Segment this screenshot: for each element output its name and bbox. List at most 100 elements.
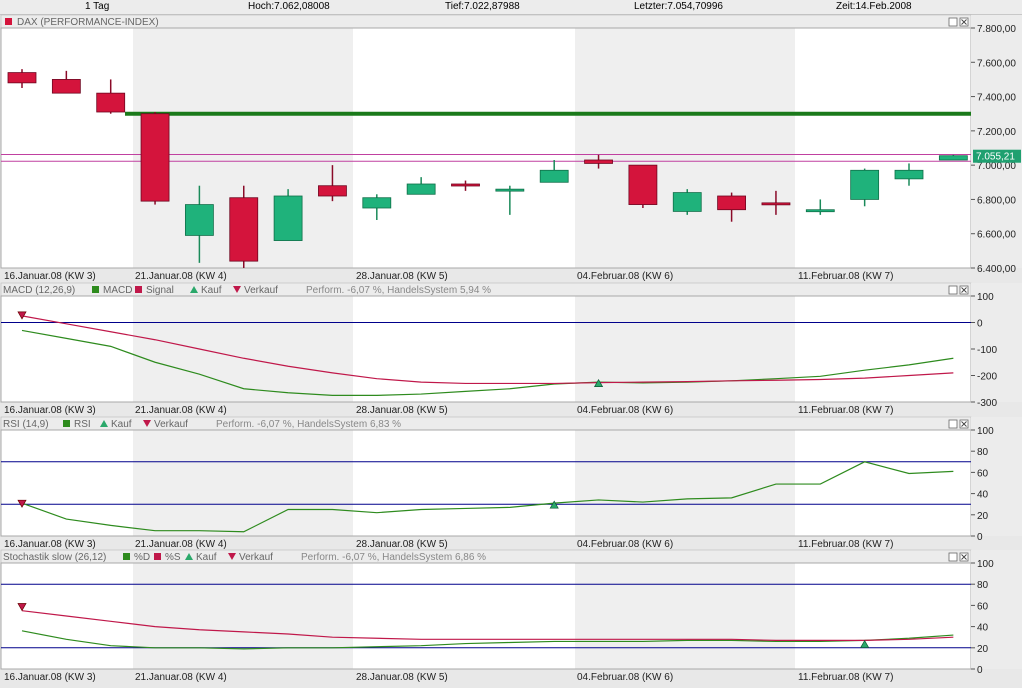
stoch-date-label: 16.Januar.08 (KW 3) [4, 672, 96, 683]
stoch-ytick-label: 60 [977, 601, 989, 612]
candle-body [539, 169, 569, 183]
chart-area: DAX (PERFORMANCE-INDEX) 6.400,00 6.600,00 6… [0, 14, 1022, 683]
macd-date-label: 21.Januar.08 (KW 4) [135, 405, 227, 416]
stoch-date-label: 11.Februar.08 (KW 7) [798, 672, 893, 683]
candle-body [318, 185, 347, 197]
price-title: DAX (PERFORMANCE-INDEX) [17, 17, 159, 28]
candle-body [672, 192, 702, 212]
macd-maximize-icon [948, 285, 958, 295]
macd-date-label: 04.Februar.08 (KW 6) [577, 405, 673, 416]
candle-body [406, 183, 436, 195]
macd-week-shade-0 [133, 296, 353, 402]
macd-date-label: 28.Januar.08 (KW 5) [356, 405, 448, 416]
candle-body [894, 169, 924, 180]
stoch-date-label: 21.Januar.08 (KW 4) [135, 672, 227, 683]
candle-body [273, 195, 303, 241]
candle-body [96, 92, 126, 113]
rsi-performance: Perform. -6,07 %, HandelsSystem 6,83 % [216, 419, 401, 430]
stoch-title: Stochastik slow (26,12) [3, 552, 106, 563]
macd-ytick-label: -100 [977, 345, 997, 356]
macd-date-label: 11.Februar.08 (KW 7) [798, 405, 893, 416]
price-ytick-label: 7.200,00 [977, 127, 1016, 138]
price-ytick-label: 6.600,00 [977, 230, 1016, 241]
price-date-label: 04.Februar.08 (KW 6) [577, 271, 673, 282]
macd-legend-marker-0 [92, 286, 99, 293]
price-ytick-label: 6.800,00 [977, 195, 1016, 206]
macd-ytick-label: -200 [977, 372, 997, 383]
macd-legend-label-3: Verkauf [244, 285, 278, 296]
candle-body [229, 197, 259, 262]
macd-date-label: 16.Januar.08 (KW 3) [4, 405, 96, 416]
stoch-ytick-label: 80 [977, 580, 989, 591]
stoch-date-label: 04.Februar.08 (KW 6) [577, 672, 673, 683]
rsi-legend-label-0: RSI [74, 419, 91, 430]
price-legend-marker [5, 18, 12, 25]
rsi-ytick-label: 100 [977, 426, 994, 437]
candle-body [805, 209, 835, 213]
price-week-shade-1 [575, 28, 795, 268]
macd-title: MACD (12,26,9) [3, 285, 75, 296]
last-price-label: 7.055,21 [976, 152, 1015, 163]
rsi-legend-marker-0 [63, 420, 70, 427]
price-date-label: 28.Januar.08 (KW 5) [356, 271, 448, 282]
price-maximize-icon [948, 17, 958, 27]
rsi-maximize-icon [948, 419, 958, 429]
rsi-ytick-label: 0 [977, 532, 983, 543]
candle-body [7, 72, 37, 84]
stoch-week-shade-0 [133, 563, 353, 669]
stoch-week-shade-1 [575, 563, 795, 669]
stoch-ytick-label: 20 [977, 644, 989, 655]
stoch-legend-label-1: %S [165, 552, 181, 563]
macd-legend-marker-1 [135, 286, 142, 293]
candle-body [628, 164, 658, 205]
stoch-maximize-icon [948, 552, 958, 562]
macd-performance: Perform. -6,07 %, HandelsSystem 5,94 % [306, 285, 491, 296]
stoch-legend-marker-1 [154, 553, 161, 560]
candle-body [51, 79, 81, 94]
candle-body [495, 188, 525, 192]
price-ytick-label: 7.800,00 [977, 24, 1016, 35]
macd-ytick-label: 100 [977, 292, 994, 303]
candle-body [451, 183, 480, 187]
rsi-week-shade-0 [133, 430, 353, 536]
candle-body [938, 155, 968, 161]
candle-body [761, 202, 791, 206]
price-ytick-label: 7.400,00 [977, 93, 1016, 104]
stoch-performance: Perform. -6,07 %, HandelsSystem 6,86 % [301, 552, 486, 563]
macd-legend-label-2: Kauf [201, 285, 222, 296]
candle-body [140, 113, 170, 202]
rsi-date-label: 16.Januar.08 (KW 3) [4, 539, 96, 550]
price-date-label: 16.Januar.08 (KW 3) [4, 271, 96, 282]
macd-legend-label-1: Signal [146, 285, 174, 296]
rsi-title: RSI (14,9) [3, 419, 49, 430]
macd-ytick-label: 0 [977, 319, 983, 330]
stoch-ytick-label: 40 [977, 623, 989, 634]
stoch-legend-label-0: %D [134, 552, 150, 563]
candle-body [717, 195, 746, 211]
macd-week-shade-1 [575, 296, 795, 402]
rsi-legend-label-1: Kauf [111, 419, 132, 430]
rsi-date-label: 21.Januar.08 (KW 4) [135, 539, 227, 550]
price-ytick-label: 6.400,00 [977, 264, 1016, 275]
candle-body [184, 204, 214, 236]
rsi-ytick-label: 40 [977, 490, 989, 501]
price-date-label: 21.Januar.08 (KW 4) [135, 271, 227, 282]
price-ytick-label: 7.600,00 [977, 58, 1016, 69]
rsi-ytick-label: 20 [977, 511, 989, 522]
stoch-ytick-label: 0 [977, 665, 983, 676]
candle-body [584, 159, 613, 164]
stoch-legend-label-3: Verkauf [239, 552, 273, 563]
rsi-ytick-label: 80 [977, 447, 989, 458]
rsi-date-label: 04.Februar.08 (KW 6) [577, 539, 673, 550]
rsi-date-label: 28.Januar.08 (KW 5) [356, 539, 448, 550]
price-date-label: 11.Februar.08 (KW 7) [798, 271, 893, 282]
stoch-date-label: 28.Januar.08 (KW 5) [356, 672, 448, 683]
stoch-legend-marker-0 [123, 553, 130, 560]
candle-body [850, 169, 880, 200]
price-ytick-label: 7.000,00 [977, 161, 1016, 172]
stoch-ytick-label: 100 [977, 559, 994, 570]
macd-legend-label-0: MACD [103, 285, 132, 296]
rsi-date-label: 11.Februar.08 (KW 7) [798, 539, 893, 550]
stoch-legend-label-2: Kauf [196, 552, 217, 563]
candle-body [362, 197, 392, 209]
